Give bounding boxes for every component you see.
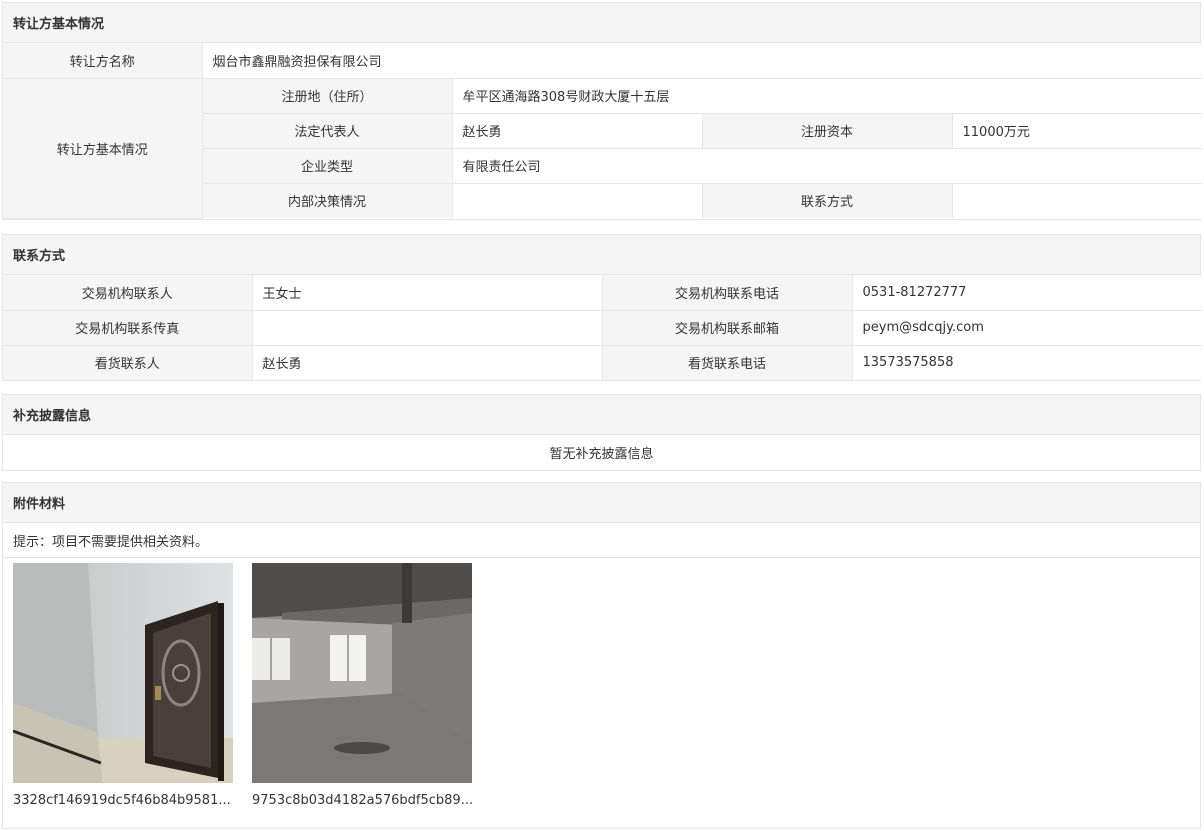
legal-rep-label: 法定代表人: [202, 113, 453, 149]
viewing-phone-label: 看货联系电话: [602, 345, 853, 380]
section-title: 附件材料: [3, 483, 1200, 523]
agency-phone-value: 0531-81272777: [852, 275, 1202, 311]
supplement-section: 补充披露信息 暂无补充披露信息: [2, 394, 1201, 471]
attachment-photo-room[interactable]: [252, 563, 472, 783]
attachment-item[interactable]: 9753c8b03d4182a576bdf5cb89...: [252, 563, 473, 808]
agency-phone-label: 交易机构联系电话: [602, 275, 853, 311]
section-title: 联系方式: [3, 235, 1200, 275]
capital-label: 注册资本: [702, 113, 953, 149]
viewing-contact-label: 看货联系人: [3, 345, 253, 380]
attachment-caption[interactable]: 3328cf146919dc5f46b84b9581...: [13, 793, 243, 808]
legal-rep-value: 赵长勇: [452, 113, 703, 149]
attachments-section: 附件材料 提示：项目不需要提供相关资料。 3328cf146919dc5f46b…: [2, 482, 1201, 829]
transferor-contact-label: 联系方式: [702, 183, 953, 218]
attachment-item[interactable]: 3328cf146919dc5f46b84b9581...: [13, 563, 233, 808]
decision-value: [452, 183, 703, 218]
address-label: 注册地（住所）: [202, 78, 453, 114]
transferor-basic-label: 转让方基本情况: [3, 78, 203, 219]
type-value: 有限责任公司: [452, 148, 1203, 184]
contact-section: 联系方式 交易机构联系人 王女士 交易机构联系电话 0531-81272777 …: [2, 234, 1202, 381]
supplement-empty-text: 暂无补充披露信息: [549, 447, 654, 462]
agency-fax-value: [252, 310, 603, 346]
transferor-contact-value: [952, 183, 1203, 218]
attachment-caption[interactable]: 9753c8b03d4182a576bdf5cb89...: [252, 793, 482, 808]
section-title: 转让方基本情况: [3, 3, 1200, 43]
transferor-section: 转让方基本情况 转让方名称 烟台市鑫鼎融资担保有限公司 转让方基本情况 注册地（…: [2, 2, 1203, 220]
section-title: 补充披露信息: [3, 395, 1200, 435]
transferor-name-value: 烟台市鑫鼎融资担保有限公司: [202, 43, 1203, 79]
address-value: 牟平区通海路308号财政大厦十五层: [452, 78, 1203, 114]
attachment-photo-door[interactable]: [13, 563, 233, 783]
type-label: 企业类型: [202, 148, 453, 184]
agency-email-label: 交易机构联系邮箱: [602, 310, 853, 346]
decision-label: 内部决策情况: [202, 183, 453, 218]
viewing-phone-value: 13573575858: [852, 345, 1202, 380]
transferor-name-label: 转让方名称: [3, 43, 203, 79]
attachments-tip: 提示：项目不需要提供相关资料。: [3, 523, 1200, 558]
agency-contact-label: 交易机构联系人: [3, 275, 253, 311]
attachment-list: 3328cf146919dc5f46b84b9581... 9753c8b03d…: [3, 558, 1200, 828]
agency-fax-label: 交易机构联系传真: [3, 310, 253, 346]
contact-table: 交易机构联系人 王女士 交易机构联系电话 0531-81272777 交易机构联…: [3, 275, 1202, 380]
viewing-contact-value: 赵长勇: [252, 345, 603, 380]
agency-email-value: peym@sdcqjy.com: [852, 310, 1202, 346]
capital-value: 11000万元: [952, 113, 1203, 149]
agency-contact-value: 王女士: [252, 275, 603, 311]
transferor-table: 转让方名称 烟台市鑫鼎融资担保有限公司 转让方基本情况 注册地（住所） 牟平区通…: [3, 43, 1203, 219]
